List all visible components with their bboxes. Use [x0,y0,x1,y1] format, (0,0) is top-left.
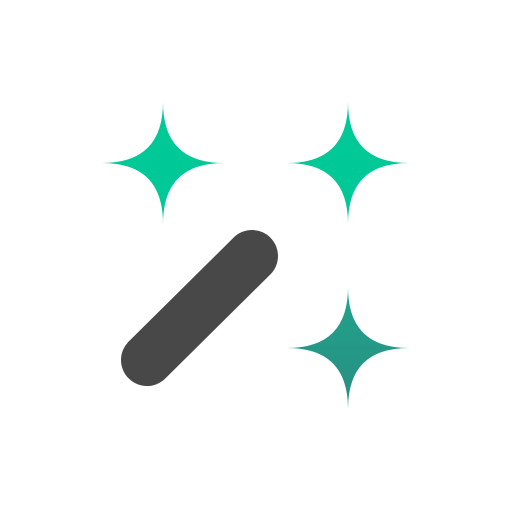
sparkle-bottom-right-icon [287,287,409,409]
magic-wand-icon [102,102,409,409]
sparkle-top-right-icon [287,102,409,224]
wand-icon [121,230,278,386]
sparkle-top-left-icon [102,102,224,224]
app-icon-canvas [0,0,512,512]
